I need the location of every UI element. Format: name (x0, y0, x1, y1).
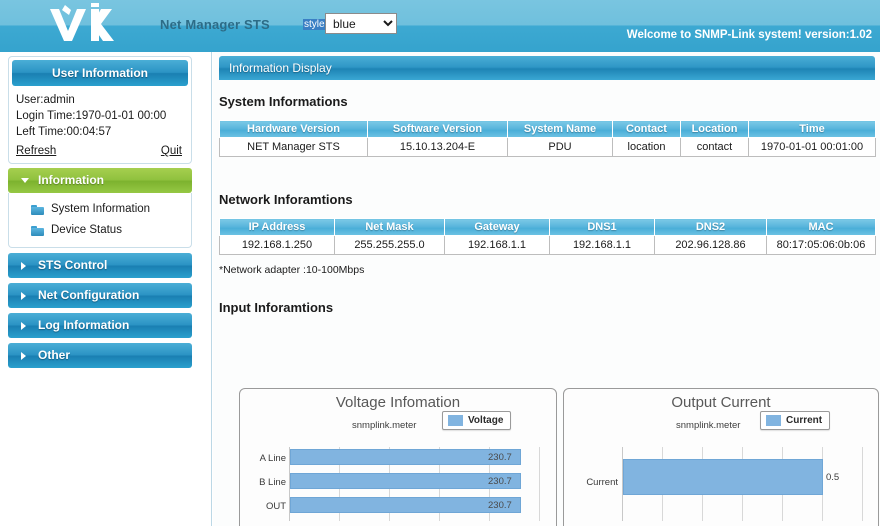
bar (290, 473, 521, 489)
column-header: Hardware Version (220, 121, 368, 138)
nav-item-label: Device Status (51, 222, 122, 239)
bar-value-label: 230.7 (488, 476, 512, 487)
category-label: B Line (244, 477, 286, 488)
nav-group-label: STS Control (38, 258, 107, 272)
table-cell: 255.255.255.0 (335, 236, 445, 255)
column-header: Contact (613, 121, 681, 138)
nav-group-label: Information (38, 173, 104, 187)
gridline (862, 447, 863, 521)
network-inforamtions-title: Network Inforamtions (219, 192, 353, 207)
table-cell: 192.168.1.1 (445, 236, 550, 255)
column-header: Software Version (368, 121, 508, 138)
gridline (539, 447, 540, 521)
chevron-right-icon (21, 262, 26, 270)
output-current-chart: Output Current snmplink.meter Current Cu… (563, 388, 879, 526)
chevron-right-icon (21, 322, 26, 330)
user-information-title: User Information (12, 60, 188, 86)
nav-group-label: Log Information (38, 318, 129, 332)
column-header: DNS2 (655, 219, 767, 236)
nav-group-information: Information System Information Device St… (8, 168, 192, 248)
sidebar-item-sts-control[interactable]: STS Control (8, 253, 192, 278)
system-informations-table: Hardware Version Software Version System… (219, 120, 876, 157)
chevron-right-icon (21, 292, 26, 300)
column-header: MAC (767, 219, 876, 236)
column-header: IP Address (220, 219, 335, 236)
vk-logo (46, 3, 122, 45)
sidebar-item-net-configuration[interactable]: Net Configuration (8, 283, 192, 308)
chevron-down-icon (21, 178, 29, 183)
network-inforamtions-table: IP Address Net Mask Gateway DNS1 DNS2 MA… (219, 218, 876, 255)
refresh-link[interactable]: Refresh (16, 145, 56, 157)
table-header-row: IP Address Net Mask Gateway DNS1 DNS2 MA… (220, 219, 876, 236)
style-select[interactable]: blue (325, 13, 397, 34)
nav-group-label: Other (38, 348, 70, 362)
app-header: Net Manager STS style: blue Welcome to S… (0, 0, 880, 52)
nav-group-sts-control: STS Control (8, 253, 192, 278)
table-cell: contact (681, 138, 749, 157)
table-cell: 15.10.13.204-E (368, 138, 508, 157)
nav-group-log-information: Log Information (8, 313, 192, 338)
user-information-details: User:admin Login Time:1970-01-01 00:00 L… (12, 86, 188, 144)
bar (290, 497, 521, 513)
bar (290, 449, 521, 465)
folder-icon (31, 205, 44, 215)
app-title: Net Manager STS (160, 17, 270, 32)
table-cell: 192.168.1.1 (550, 236, 655, 255)
sidebar-item-system-information[interactable]: System Information (9, 199, 191, 220)
sidebar-nav: Information System Information Device St… (8, 168, 192, 373)
sidebar-item-information[interactable]: Information (8, 168, 192, 193)
sidebar-item-log-information[interactable]: Log Information (8, 313, 192, 338)
welcome-message: Welcome to SNMP-Link system! version:1.0… (627, 29, 872, 41)
column-header: System Name (508, 121, 613, 138)
page-body: User Information User:admin Login Time:1… (0, 52, 880, 526)
table-cell: NET Manager STS (220, 138, 368, 157)
table-header-row: Hardware Version Software Version System… (220, 121, 876, 138)
chart-plot-area: A Line B Line OUT 230.7 230.7 230.7 0 50… (240, 389, 558, 526)
login-time: Login Time:1970-01-01 00:00 (16, 108, 184, 124)
bar-value-label: 230.7 (488, 452, 512, 463)
bar-value-label: 230.7 (488, 500, 512, 511)
user-name: User:admin (16, 92, 184, 108)
nav-group-net-configuration: Net Configuration (8, 283, 192, 308)
voltage-chart: Voltage Infomation snmplink.meter Voltag… (239, 388, 557, 526)
table-row: 192.168.1.250 255.255.255.0 192.168.1.1 … (220, 236, 876, 255)
sidebar-item-other[interactable]: Other (8, 343, 192, 368)
column-header: DNS1 (550, 219, 655, 236)
nav-group-other: Other (8, 343, 192, 368)
column-header: Gateway (445, 219, 550, 236)
category-label: Current (566, 477, 618, 488)
bar-value-label: 0.5 (826, 472, 839, 483)
information-display-header: Information Display (219, 56, 875, 80)
table-cell: 80:17:05:06:0b:06 (767, 236, 876, 255)
left-time: Left Time:00:04:57 (16, 124, 184, 140)
category-label: A Line (244, 453, 286, 464)
column-header: Location (681, 121, 749, 138)
table-cell: location (613, 138, 681, 157)
bar (623, 459, 823, 495)
column-header: Time (749, 121, 876, 138)
table-cell: 202.96.128.86 (655, 236, 767, 255)
category-label: OUT (244, 501, 286, 512)
nav-item-label: System Information (51, 201, 150, 218)
nav-sub-information: System Information Device Status (8, 193, 192, 248)
network-adapter-note: *Network adapter :10-100Mbps (219, 264, 364, 276)
user-actions: Refresh Quit (12, 144, 188, 160)
table-row: NET Manager STS 15.10.13.204-E PDU locat… (220, 138, 876, 157)
chart-plot-area: Current 0.5 0 0.1 0.2 0.3 0.4 0.5 0.6 (564, 389, 880, 526)
sidebar-item-device-status[interactable]: Device Status (9, 220, 191, 241)
input-inforamtions-title: Input Inforamtions (219, 300, 333, 315)
column-header: Net Mask (335, 219, 445, 236)
system-informations-title: System Informations (219, 94, 348, 109)
table-cell: PDU (508, 138, 613, 157)
table-cell: 192.168.1.250 (220, 236, 335, 255)
user-information-panel: User Information User:admin Login Time:1… (8, 56, 192, 164)
content-area: Information Display System Informations … (213, 52, 880, 526)
folder-icon (31, 226, 44, 236)
sidebar: User Information User:admin Login Time:1… (0, 52, 212, 526)
nav-group-label: Net Configuration (38, 288, 139, 302)
table-cell: 1970-01-01 00:01:00 (749, 138, 876, 157)
chevron-right-icon (21, 352, 26, 360)
quit-link[interactable]: Quit (161, 145, 182, 157)
